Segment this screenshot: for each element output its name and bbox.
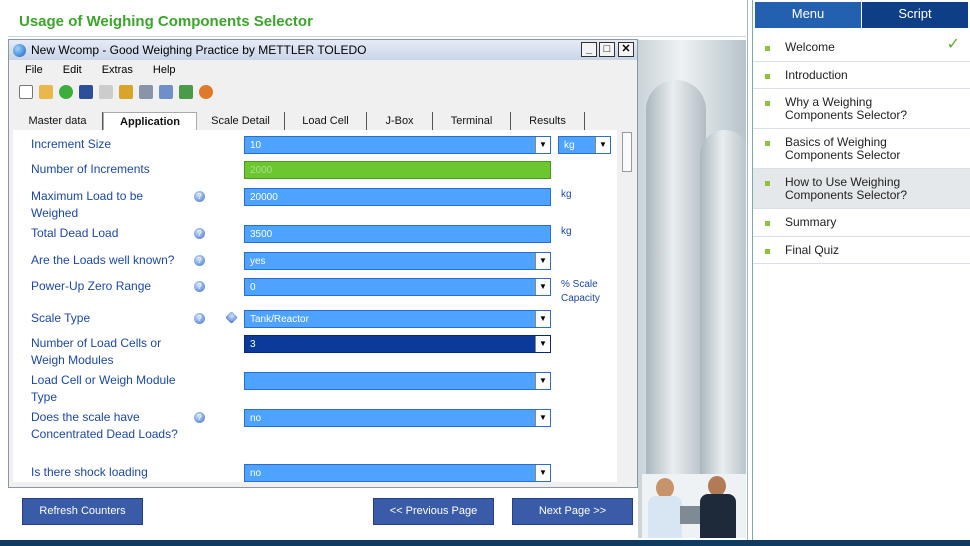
zero-range-label: Power-Up Zero Range bbox=[31, 279, 152, 293]
tab-script[interactable]: Script bbox=[862, 2, 968, 28]
menu-item-basics[interactable]: Basics of Weighing Components Selector bbox=[753, 129, 970, 169]
bullet-icon bbox=[765, 73, 770, 79]
bullet-icon bbox=[765, 248, 770, 254]
help-icon[interactable]: ? bbox=[194, 228, 205, 239]
tab-load-cell[interactable]: Load Cell bbox=[285, 112, 367, 130]
presenters-image bbox=[642, 474, 746, 538]
scrollbar-thumb[interactable] bbox=[622, 132, 632, 172]
increment-unit-select[interactable]: kg ▼ bbox=[558, 136, 611, 154]
menu-bar: File Edit Extras Help bbox=[9, 60, 637, 80]
zero-range-unit: % Scale Capacity bbox=[561, 279, 600, 304]
menu-help[interactable]: Help bbox=[153, 64, 176, 76]
increment-size-label: Increment Size bbox=[31, 137, 112, 151]
form-scrollbar[interactable] bbox=[620, 130, 634, 482]
dead-load-label: Total Dead Load bbox=[31, 226, 119, 240]
page-title: Usage of Weighing Components Selector bbox=[19, 13, 313, 30]
concentrated-select[interactable]: no ▼ bbox=[244, 409, 551, 427]
menu-edit[interactable]: Edit bbox=[63, 64, 82, 76]
checkmark-icon: ✓ bbox=[946, 36, 960, 53]
help-icon[interactable]: ? bbox=[194, 281, 205, 292]
scale-type-select[interactable]: Tank/Reactor ▼ bbox=[244, 310, 551, 328]
num-increments-field: 2000 bbox=[244, 161, 551, 179]
num-cells-select[interactable]: 3 ▼ bbox=[244, 335, 551, 353]
course-stage: Usage of Weighing Components Selector Ne… bbox=[0, 0, 748, 540]
maximize-icon[interactable]: □ bbox=[599, 42, 615, 57]
application-window: New Wcomp - Good Weighing Practice by ME… bbox=[8, 39, 638, 488]
num-cells-label: Number of Load Cells or Weigh Modules bbox=[31, 336, 162, 367]
app-globe-icon bbox=[13, 43, 26, 57]
toolbar bbox=[9, 80, 637, 104]
print-preview-icon[interactable] bbox=[99, 85, 113, 99]
max-load-label: Maximum Load to be Weighed bbox=[31, 189, 144, 220]
scale-type-label: Scale Type bbox=[31, 311, 91, 325]
minimize-icon[interactable]: _ bbox=[581, 42, 597, 57]
open-folder-icon[interactable] bbox=[39, 85, 53, 99]
previous-page-button[interactable]: << Previous Page bbox=[373, 498, 494, 525]
lock-icon[interactable] bbox=[119, 85, 133, 99]
bullet-icon bbox=[765, 101, 770, 106]
menu-item-why[interactable]: Why a Weighing Components Selector? bbox=[753, 89, 970, 129]
menu-extras[interactable]: Extras bbox=[102, 64, 133, 76]
tab-bar: Master data Application Scale Detail Loa… bbox=[13, 112, 585, 130]
dead-load-unit: kg bbox=[561, 226, 572, 237]
close-icon[interactable]: ✕ bbox=[618, 42, 634, 57]
concentrated-label: Does the scale have Concentrated Dead Lo… bbox=[31, 410, 178, 441]
wireless-icon[interactable] bbox=[199, 85, 213, 99]
copy-icon[interactable] bbox=[159, 85, 173, 99]
application-form: Increment Size 10 ▼ kg ▼ Number of Increme… bbox=[13, 130, 617, 482]
window-title: New Wcomp - Good Weighing Practice by ME… bbox=[31, 43, 367, 57]
menu-item-final-quiz[interactable]: Final Quiz bbox=[753, 237, 970, 264]
loads-known-select[interactable]: yes ▼ bbox=[244, 252, 551, 270]
tab-j-box[interactable]: J-Box bbox=[367, 112, 433, 130]
bullet-icon bbox=[765, 181, 770, 186]
help-icon[interactable]: ? bbox=[194, 191, 205, 202]
dead-load-input[interactable]: 3500 bbox=[244, 225, 551, 243]
zero-range-select[interactable]: 0 ▼ bbox=[244, 278, 551, 296]
background-photo bbox=[638, 40, 746, 538]
max-load-input[interactable]: 20000 bbox=[244, 188, 551, 206]
bullet-icon bbox=[765, 221, 770, 226]
tab-terminal[interactable]: Terminal bbox=[433, 112, 511, 130]
new-file-icon[interactable] bbox=[19, 85, 33, 99]
web-icon[interactable] bbox=[59, 85, 73, 99]
loads-known-label: Are the Loads well known? bbox=[31, 253, 175, 267]
save-icon[interactable] bbox=[79, 85, 93, 99]
refresh-counters-button[interactable]: Refresh Counters bbox=[22, 498, 143, 525]
info-diamond-icon[interactable] bbox=[225, 311, 238, 324]
window-titlebar: New Wcomp - Good Weighing Practice by ME… bbox=[9, 40, 637, 60]
increment-size-select[interactable]: 10 ▼ bbox=[244, 136, 551, 154]
tab-master-data[interactable]: Master data bbox=[13, 112, 103, 130]
next-page-button[interactable]: Next Page >> bbox=[512, 498, 633, 525]
tab-menu[interactable]: Menu bbox=[755, 2, 862, 28]
tab-application[interactable]: Application bbox=[103, 112, 197, 130]
side-panel: Menu Script Welcome ✓ Introduction Why a… bbox=[752, 0, 970, 540]
bullet-icon bbox=[765, 46, 770, 51]
player-controlbar bbox=[0, 540, 970, 546]
cell-type-select[interactable]: ▼ bbox=[244, 372, 551, 390]
menu-item-summary[interactable]: Summary bbox=[753, 209, 970, 237]
shock-label: Is there shock loading bbox=[31, 465, 148, 479]
export-icon[interactable] bbox=[179, 85, 193, 99]
max-load-unit: kg bbox=[561, 189, 572, 200]
tab-results[interactable]: Results bbox=[511, 112, 585, 130]
panel-tabs: Menu Script bbox=[755, 2, 968, 28]
cell-type-label: Load Cell or Weigh Module Type bbox=[31, 373, 176, 404]
menu-item-welcome[interactable]: Welcome ✓ bbox=[753, 34, 970, 62]
num-increments-label: Number of Increments bbox=[31, 162, 150, 176]
menu-file[interactable]: File bbox=[25, 64, 43, 76]
bullet-icon bbox=[765, 141, 770, 146]
help-icon[interactable]: ? bbox=[194, 412, 205, 423]
menu-item-how-to-use[interactable]: How to Use Weighing Components Selector? bbox=[753, 169, 970, 209]
menu-item-introduction[interactable]: Introduction bbox=[753, 62, 970, 89]
tab-scale-detail[interactable]: Scale Detail bbox=[197, 112, 285, 130]
shock-select[interactable]: no ▼ bbox=[244, 464, 551, 482]
title-divider bbox=[8, 36, 746, 37]
help-icon[interactable]: ? bbox=[194, 255, 205, 266]
help-icon[interactable]: ? bbox=[194, 313, 205, 324]
print-icon[interactable] bbox=[139, 85, 153, 99]
